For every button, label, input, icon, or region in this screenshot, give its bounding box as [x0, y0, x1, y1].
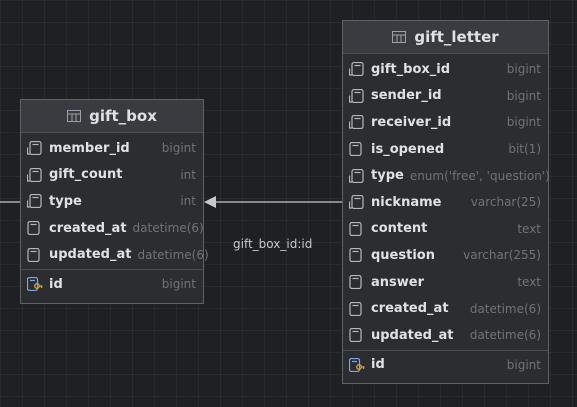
column-icon	[26, 167, 43, 182]
column-name: question	[371, 247, 435, 263]
table-title: gift_box	[89, 107, 157, 125]
primary-key-row[interactable]: id bigint	[343, 352, 548, 379]
column-not-null-icon	[349, 248, 365, 263]
column-type: int	[180, 194, 196, 209]
table-icon	[392, 31, 407, 43]
column-not-null-icon	[349, 274, 365, 290]
column-row[interactable]: gift_count int	[21, 162, 203, 189]
column-row[interactable]: question varchar(255)	[343, 242, 548, 269]
column-row[interactable]: created_at datetime(6)	[21, 215, 204, 242]
column-icon	[348, 168, 365, 183]
column-not-null-icon	[27, 220, 43, 236]
column-row[interactable]: type enum('free', 'question')	[343, 162, 550, 189]
column-type: varchar(25)	[470, 195, 541, 210]
column-name: is_opened	[371, 141, 445, 157]
column-name: type	[49, 193, 82, 209]
column-icon	[348, 88, 365, 103]
column-name: updated_at	[371, 327, 454, 343]
column-row[interactable]: gift_box_id bigint	[343, 56, 548, 83]
primary-key-icon	[26, 277, 43, 292]
column-icon	[26, 141, 43, 156]
column-type: enum('free', 'question')	[409, 168, 550, 183]
column-type: datetime(6)	[469, 301, 541, 316]
column-type: bigint	[506, 357, 541, 372]
column-row[interactable]: sender_id bigint	[343, 83, 548, 110]
column-name: gift_box_id	[371, 61, 451, 77]
column-row[interactable]: receiver_id bigint	[343, 109, 548, 136]
column-type: bigint	[161, 141, 196, 156]
column-row[interactable]: updated_at datetime(6)	[21, 241, 209, 268]
column-name: member_id	[49, 140, 130, 156]
column-not-null-icon	[349, 221, 365, 236]
primary-key-row[interactable]: id bigint	[21, 271, 203, 298]
column-name: created_at	[49, 220, 127, 236]
column-row[interactable]: created_at datetime(6)	[343, 295, 548, 322]
column-row[interactable]: nickname varchar(25)	[343, 189, 548, 216]
column-row[interactable]: answer text	[343, 269, 548, 296]
connector-arrowhead	[204, 196, 216, 208]
column-type: varchar(255)	[463, 248, 541, 263]
column-icon	[26, 194, 43, 209]
column-name: nickname	[371, 194, 442, 210]
column-not-null-icon	[27, 247, 43, 262]
column-not-null-icon	[349, 301, 365, 316]
table-header[interactable]: gift_letter	[343, 21, 548, 54]
column-type: bigint	[506, 88, 541, 103]
column-name: id	[49, 276, 63, 292]
table-rows: member_id bigint gift_count int type int creat…	[21, 133, 209, 300]
column-name: content	[371, 221, 428, 237]
column-row[interactable]: updated_at datetime(6)	[343, 322, 548, 349]
column-name: type	[371, 168, 404, 184]
key-divider	[21, 268, 203, 270]
table-rows: gift_box_id bigint sender_id bigint receiver…	[343, 54, 550, 380]
column-icon	[348, 195, 365, 210]
gift-box-table[interactable]: gift_box member_id bigint gift_count int typ…	[20, 99, 209, 304]
column-row[interactable]: content text	[343, 216, 548, 243]
column-not-null-icon	[349, 328, 365, 343]
gift-letter-table[interactable]: gift_letter gift_box_id bigint sender_id bi…	[342, 20, 550, 384]
column-row[interactable]: is_opened bit(1)	[343, 136, 548, 163]
column-type: bigint	[506, 62, 541, 77]
column-name: gift_count	[49, 167, 123, 183]
column-type: datetime(6)	[132, 221, 204, 236]
column-name: id	[371, 357, 385, 373]
column-row[interactable]: member_id bigint	[21, 135, 203, 162]
column-type: datetime(6)	[469, 328, 541, 343]
column-icon	[348, 115, 365, 130]
column-type: bit(1)	[508, 142, 541, 157]
primary-key-icon	[348, 357, 365, 372]
column-name: receiver_id	[371, 114, 452, 130]
column-type: datetime(6)	[137, 247, 209, 262]
column-not-null-icon	[349, 141, 365, 157]
column-name: created_at	[371, 301, 449, 317]
column-type: text	[517, 275, 541, 290]
column-name: updated_at	[49, 247, 132, 263]
column-type: bigint	[161, 277, 196, 292]
column-icon	[348, 62, 365, 77]
column-name: answer	[371, 274, 425, 290]
relationship-label: gift_box_id:id	[233, 237, 313, 251]
column-type: bigint	[506, 115, 541, 130]
column-name: sender_id	[371, 88, 442, 104]
key-divider	[343, 349, 548, 351]
column-row[interactable]: type int	[21, 188, 203, 215]
diagram-canvas[interactable]: gift_box_id:id gift_box member_id bigint g…	[0, 0, 577, 407]
column-type: text	[517, 221, 541, 236]
table-title: gift_letter	[414, 28, 499, 46]
table-header[interactable]: gift_box	[21, 100, 203, 133]
table-icon	[67, 110, 82, 122]
column-type: int	[180, 167, 196, 182]
